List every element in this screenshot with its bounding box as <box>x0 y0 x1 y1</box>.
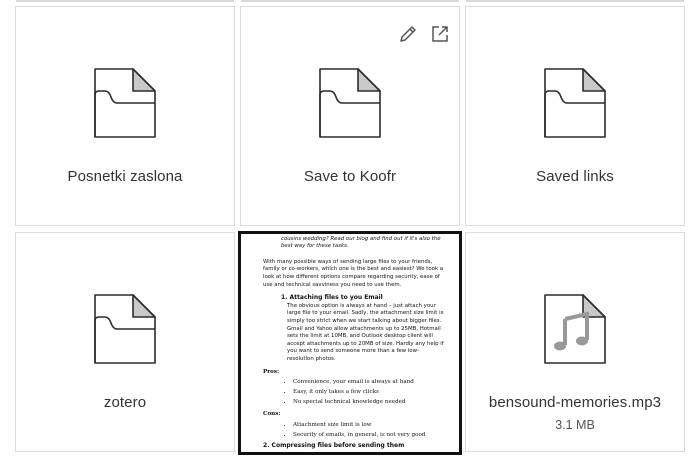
doc-pros-list: Convenience, your email is always at han… <box>263 377 445 407</box>
doc-intro: design files, batches of holiday photos … <box>281 231 441 250</box>
folder-icon <box>319 68 381 138</box>
folder-tile-posnetki-zaslona[interactable]: Posnetki zaslona <box>15 6 235 226</box>
document-preview: design files, batches of holiday photos … <box>241 231 459 452</box>
file-tile-audio[interactable]: bensound-memories.mp3 3.1 MB <box>465 232 685 452</box>
doc-list-item: Easy, it only takes a few clicks <box>293 387 445 397</box>
doc-body: The obvious option is always at hand – j… <box>287 302 444 362</box>
folder-name: Save to Koofr <box>303 168 397 185</box>
open-external-icon[interactable] <box>430 24 450 44</box>
doc-list-item: No special technical knowledge needed <box>293 397 445 407</box>
folder-icon <box>94 294 156 364</box>
folder-name: zotero <box>103 394 147 411</box>
document-preview-tile[interactable]: design files, batches of holiday photos … <box>238 231 462 455</box>
row-divider <box>241 0 459 2</box>
doc-cons-label: Cons: <box>263 411 281 418</box>
pencil-icon[interactable] <box>398 24 418 44</box>
row-divider <box>466 0 684 2</box>
folder-tile-saved-links[interactable]: Saved links <box>465 6 685 226</box>
file-size: 3.1 MB <box>555 418 595 432</box>
folder-name: Saved links <box>536 168 614 185</box>
folder-name: Posnetki zaslona <box>67 168 183 185</box>
doc-heading: 2. Compressing files before sending them <box>263 441 405 449</box>
folder-icon <box>94 68 156 138</box>
folder-tile-zotero[interactable]: zotero <box>15 232 235 452</box>
doc-list-item: Attachment size limit is low <box>293 420 445 430</box>
doc-heading: 1. Attaching files to you Email <box>281 294 383 302</box>
doc-list-item: Security of emails, in general, is not v… <box>293 430 445 440</box>
doc-list-item: Convenience, your email is always at han… <box>293 377 445 387</box>
doc-cons-list: Attachment size limit is low Security of… <box>263 420 445 440</box>
row-divider <box>16 0 234 2</box>
folder-tile-save-to-koofr[interactable]: Save to Koofr <box>240 6 460 226</box>
doc-pros-label: Pros: <box>263 368 280 375</box>
doc-paragraph: With many possible ways of sending large… <box>263 258 444 288</box>
folder-icon <box>544 68 606 138</box>
file-name: bensound-memories.mp3 <box>488 394 662 411</box>
audio-file-icon <box>544 294 606 364</box>
